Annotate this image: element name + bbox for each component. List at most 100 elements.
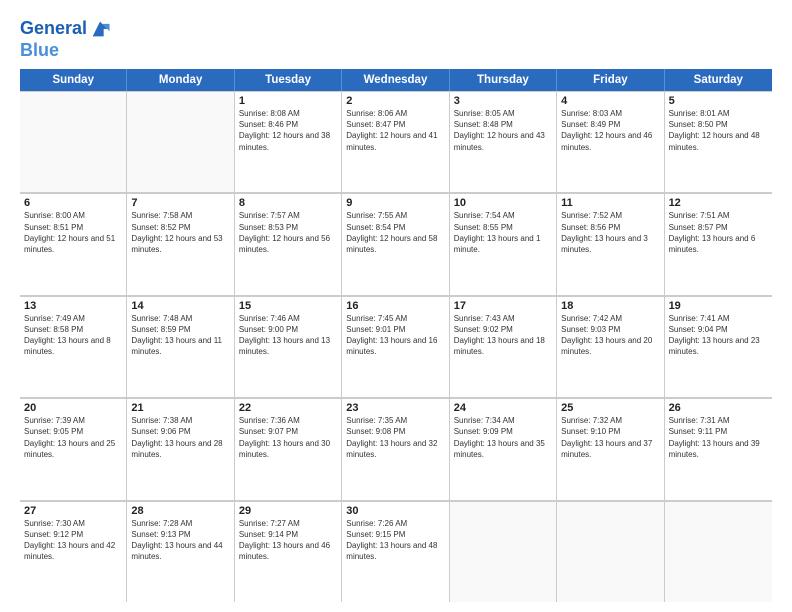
day-info: Sunrise: 7:41 AM Sunset: 9:04 PM Dayligh… <box>669 313 768 358</box>
day-number: 6 <box>24 197 122 209</box>
day-cell-21: 21 Sunrise: 7:38 AM Sunset: 9:06 PM Dayl… <box>127 398 234 499</box>
day-info: Sunrise: 8:08 AM Sunset: 8:46 PM Dayligh… <box>239 108 337 153</box>
day-number: 16 <box>346 300 444 312</box>
day-header-monday: Monday <box>127 69 234 91</box>
day-number: 4 <box>561 95 659 107</box>
day-cell-11: 11 Sunrise: 7:52 AM Sunset: 8:56 PM Dayl… <box>557 193 664 294</box>
day-cell-10: 10 Sunrise: 7:54 AM Sunset: 8:55 PM Dayl… <box>450 193 557 294</box>
day-cell-4: 4 Sunrise: 8:03 AM Sunset: 8:49 PM Dayli… <box>557 91 664 192</box>
day-cell-8: 8 Sunrise: 7:57 AM Sunset: 8:53 PM Dayli… <box>235 193 342 294</box>
empty-cell <box>20 91 127 192</box>
day-cell-5: 5 Sunrise: 8:01 AM Sunset: 8:50 PM Dayli… <box>665 91 772 192</box>
calendar-header: SundayMondayTuesdayWednesdayThursdayFrid… <box>20 69 772 91</box>
day-cell-20: 20 Sunrise: 7:39 AM Sunset: 9:05 PM Dayl… <box>20 398 127 499</box>
day-cell-17: 17 Sunrise: 7:43 AM Sunset: 9:02 PM Dayl… <box>450 296 557 397</box>
day-cell-30: 30 Sunrise: 7:26 AM Sunset: 9:15 PM Dayl… <box>342 501 449 602</box>
empty-cell <box>450 501 557 602</box>
day-info: Sunrise: 7:52 AM Sunset: 8:56 PM Dayligh… <box>561 210 659 255</box>
day-number: 11 <box>561 197 659 209</box>
day-number: 3 <box>454 95 552 107</box>
day-info: Sunrise: 7:35 AM Sunset: 9:08 PM Dayligh… <box>346 415 444 460</box>
day-cell-3: 3 Sunrise: 8:05 AM Sunset: 8:48 PM Dayli… <box>450 91 557 192</box>
day-info: Sunrise: 7:38 AM Sunset: 9:06 PM Dayligh… <box>131 415 229 460</box>
day-cell-28: 28 Sunrise: 7:28 AM Sunset: 9:13 PM Dayl… <box>127 501 234 602</box>
day-number: 28 <box>131 505 229 517</box>
day-number: 18 <box>561 300 659 312</box>
day-number: 13 <box>24 300 122 312</box>
day-cell-7: 7 Sunrise: 7:58 AM Sunset: 8:52 PM Dayli… <box>127 193 234 294</box>
day-cell-18: 18 Sunrise: 7:42 AM Sunset: 9:03 PM Dayl… <box>557 296 664 397</box>
day-info: Sunrise: 7:58 AM Sunset: 8:52 PM Dayligh… <box>131 210 229 255</box>
day-cell-26: 26 Sunrise: 7:31 AM Sunset: 9:11 PM Dayl… <box>665 398 772 499</box>
day-info: Sunrise: 8:06 AM Sunset: 8:47 PM Dayligh… <box>346 108 444 153</box>
day-header-sunday: Sunday <box>20 69 127 91</box>
day-cell-27: 27 Sunrise: 7:30 AM Sunset: 9:12 PM Dayl… <box>20 501 127 602</box>
day-number: 8 <box>239 197 337 209</box>
day-header-wednesday: Wednesday <box>342 69 449 91</box>
day-info: Sunrise: 7:57 AM Sunset: 8:53 PM Dayligh… <box>239 210 337 255</box>
day-info: Sunrise: 7:45 AM Sunset: 9:01 PM Dayligh… <box>346 313 444 358</box>
day-cell-15: 15 Sunrise: 7:46 AM Sunset: 9:00 PM Dayl… <box>235 296 342 397</box>
day-number: 7 <box>131 197 229 209</box>
day-cell-25: 25 Sunrise: 7:32 AM Sunset: 9:10 PM Dayl… <box>557 398 664 499</box>
day-cell-22: 22 Sunrise: 7:36 AM Sunset: 9:07 PM Dayl… <box>235 398 342 499</box>
day-number: 20 <box>24 402 122 414</box>
day-info: Sunrise: 8:05 AM Sunset: 8:48 PM Dayligh… <box>454 108 552 153</box>
calendar-row-4: 27 Sunrise: 7:30 AM Sunset: 9:12 PM Dayl… <box>20 501 772 602</box>
day-info: Sunrise: 7:27 AM Sunset: 9:14 PM Dayligh… <box>239 518 337 563</box>
day-info: Sunrise: 8:03 AM Sunset: 8:49 PM Dayligh… <box>561 108 659 153</box>
day-info: Sunrise: 7:54 AM Sunset: 8:55 PM Dayligh… <box>454 210 552 255</box>
day-info: Sunrise: 7:36 AM Sunset: 9:07 PM Dayligh… <box>239 415 337 460</box>
day-info: Sunrise: 7:51 AM Sunset: 8:57 PM Dayligh… <box>669 210 768 255</box>
day-number: 12 <box>669 197 768 209</box>
day-number: 17 <box>454 300 552 312</box>
day-header-saturday: Saturday <box>665 69 772 91</box>
day-cell-16: 16 Sunrise: 7:45 AM Sunset: 9:01 PM Dayl… <box>342 296 449 397</box>
day-header-tuesday: Tuesday <box>235 69 342 91</box>
day-cell-19: 19 Sunrise: 7:41 AM Sunset: 9:04 PM Dayl… <box>665 296 772 397</box>
day-cell-9: 9 Sunrise: 7:55 AM Sunset: 8:54 PM Dayli… <box>342 193 449 294</box>
day-number: 9 <box>346 197 444 209</box>
day-info: Sunrise: 8:00 AM Sunset: 8:51 PM Dayligh… <box>24 210 122 255</box>
day-cell-14: 14 Sunrise: 7:48 AM Sunset: 8:59 PM Dayl… <box>127 296 234 397</box>
day-cell-23: 23 Sunrise: 7:35 AM Sunset: 9:08 PM Dayl… <box>342 398 449 499</box>
empty-cell <box>665 501 772 602</box>
day-info: Sunrise: 7:34 AM Sunset: 9:09 PM Dayligh… <box>454 415 552 460</box>
day-number: 24 <box>454 402 552 414</box>
day-number: 5 <box>669 95 768 107</box>
day-number: 19 <box>669 300 768 312</box>
day-cell-24: 24 Sunrise: 7:34 AM Sunset: 9:09 PM Dayl… <box>450 398 557 499</box>
day-info: Sunrise: 7:28 AM Sunset: 9:13 PM Dayligh… <box>131 518 229 563</box>
day-info: Sunrise: 7:31 AM Sunset: 9:11 PM Dayligh… <box>669 415 768 460</box>
calendar-row-3: 20 Sunrise: 7:39 AM Sunset: 9:05 PM Dayl… <box>20 398 772 500</box>
calendar-row-0: 1 Sunrise: 8:08 AM Sunset: 8:46 PM Dayli… <box>20 91 772 193</box>
day-info: Sunrise: 7:30 AM Sunset: 9:12 PM Dayligh… <box>24 518 122 563</box>
day-number: 21 <box>131 402 229 414</box>
day-number: 22 <box>239 402 337 414</box>
day-number: 10 <box>454 197 552 209</box>
day-cell-1: 1 Sunrise: 8:08 AM Sunset: 8:46 PM Dayli… <box>235 91 342 192</box>
day-number: 29 <box>239 505 337 517</box>
calendar-body: 1 Sunrise: 8:08 AM Sunset: 8:46 PM Dayli… <box>20 91 772 602</box>
empty-cell <box>557 501 664 602</box>
day-number: 27 <box>24 505 122 517</box>
day-cell-29: 29 Sunrise: 7:27 AM Sunset: 9:14 PM Dayl… <box>235 501 342 602</box>
day-info: Sunrise: 7:42 AM Sunset: 9:03 PM Dayligh… <box>561 313 659 358</box>
day-info: Sunrise: 7:43 AM Sunset: 9:02 PM Dayligh… <box>454 313 552 358</box>
day-number: 25 <box>561 402 659 414</box>
page: General Blue SundayMondayTuesdayWednesda… <box>0 0 792 612</box>
logo-blue: Blue <box>20 40 111 61</box>
day-number: 26 <box>669 402 768 414</box>
day-header-friday: Friday <box>557 69 664 91</box>
day-number: 1 <box>239 95 337 107</box>
day-cell-13: 13 Sunrise: 7:49 AM Sunset: 8:58 PM Dayl… <box>20 296 127 397</box>
logo: General Blue <box>20 18 111 61</box>
day-number: 2 <box>346 95 444 107</box>
day-cell-6: 6 Sunrise: 8:00 AM Sunset: 8:51 PM Dayli… <box>20 193 127 294</box>
day-number: 23 <box>346 402 444 414</box>
day-info: Sunrise: 7:46 AM Sunset: 9:00 PM Dayligh… <box>239 313 337 358</box>
empty-cell <box>127 91 234 192</box>
day-cell-12: 12 Sunrise: 7:51 AM Sunset: 8:57 PM Dayl… <box>665 193 772 294</box>
calendar-row-2: 13 Sunrise: 7:49 AM Sunset: 8:58 PM Dayl… <box>20 296 772 398</box>
day-info: Sunrise: 7:32 AM Sunset: 9:10 PM Dayligh… <box>561 415 659 460</box>
